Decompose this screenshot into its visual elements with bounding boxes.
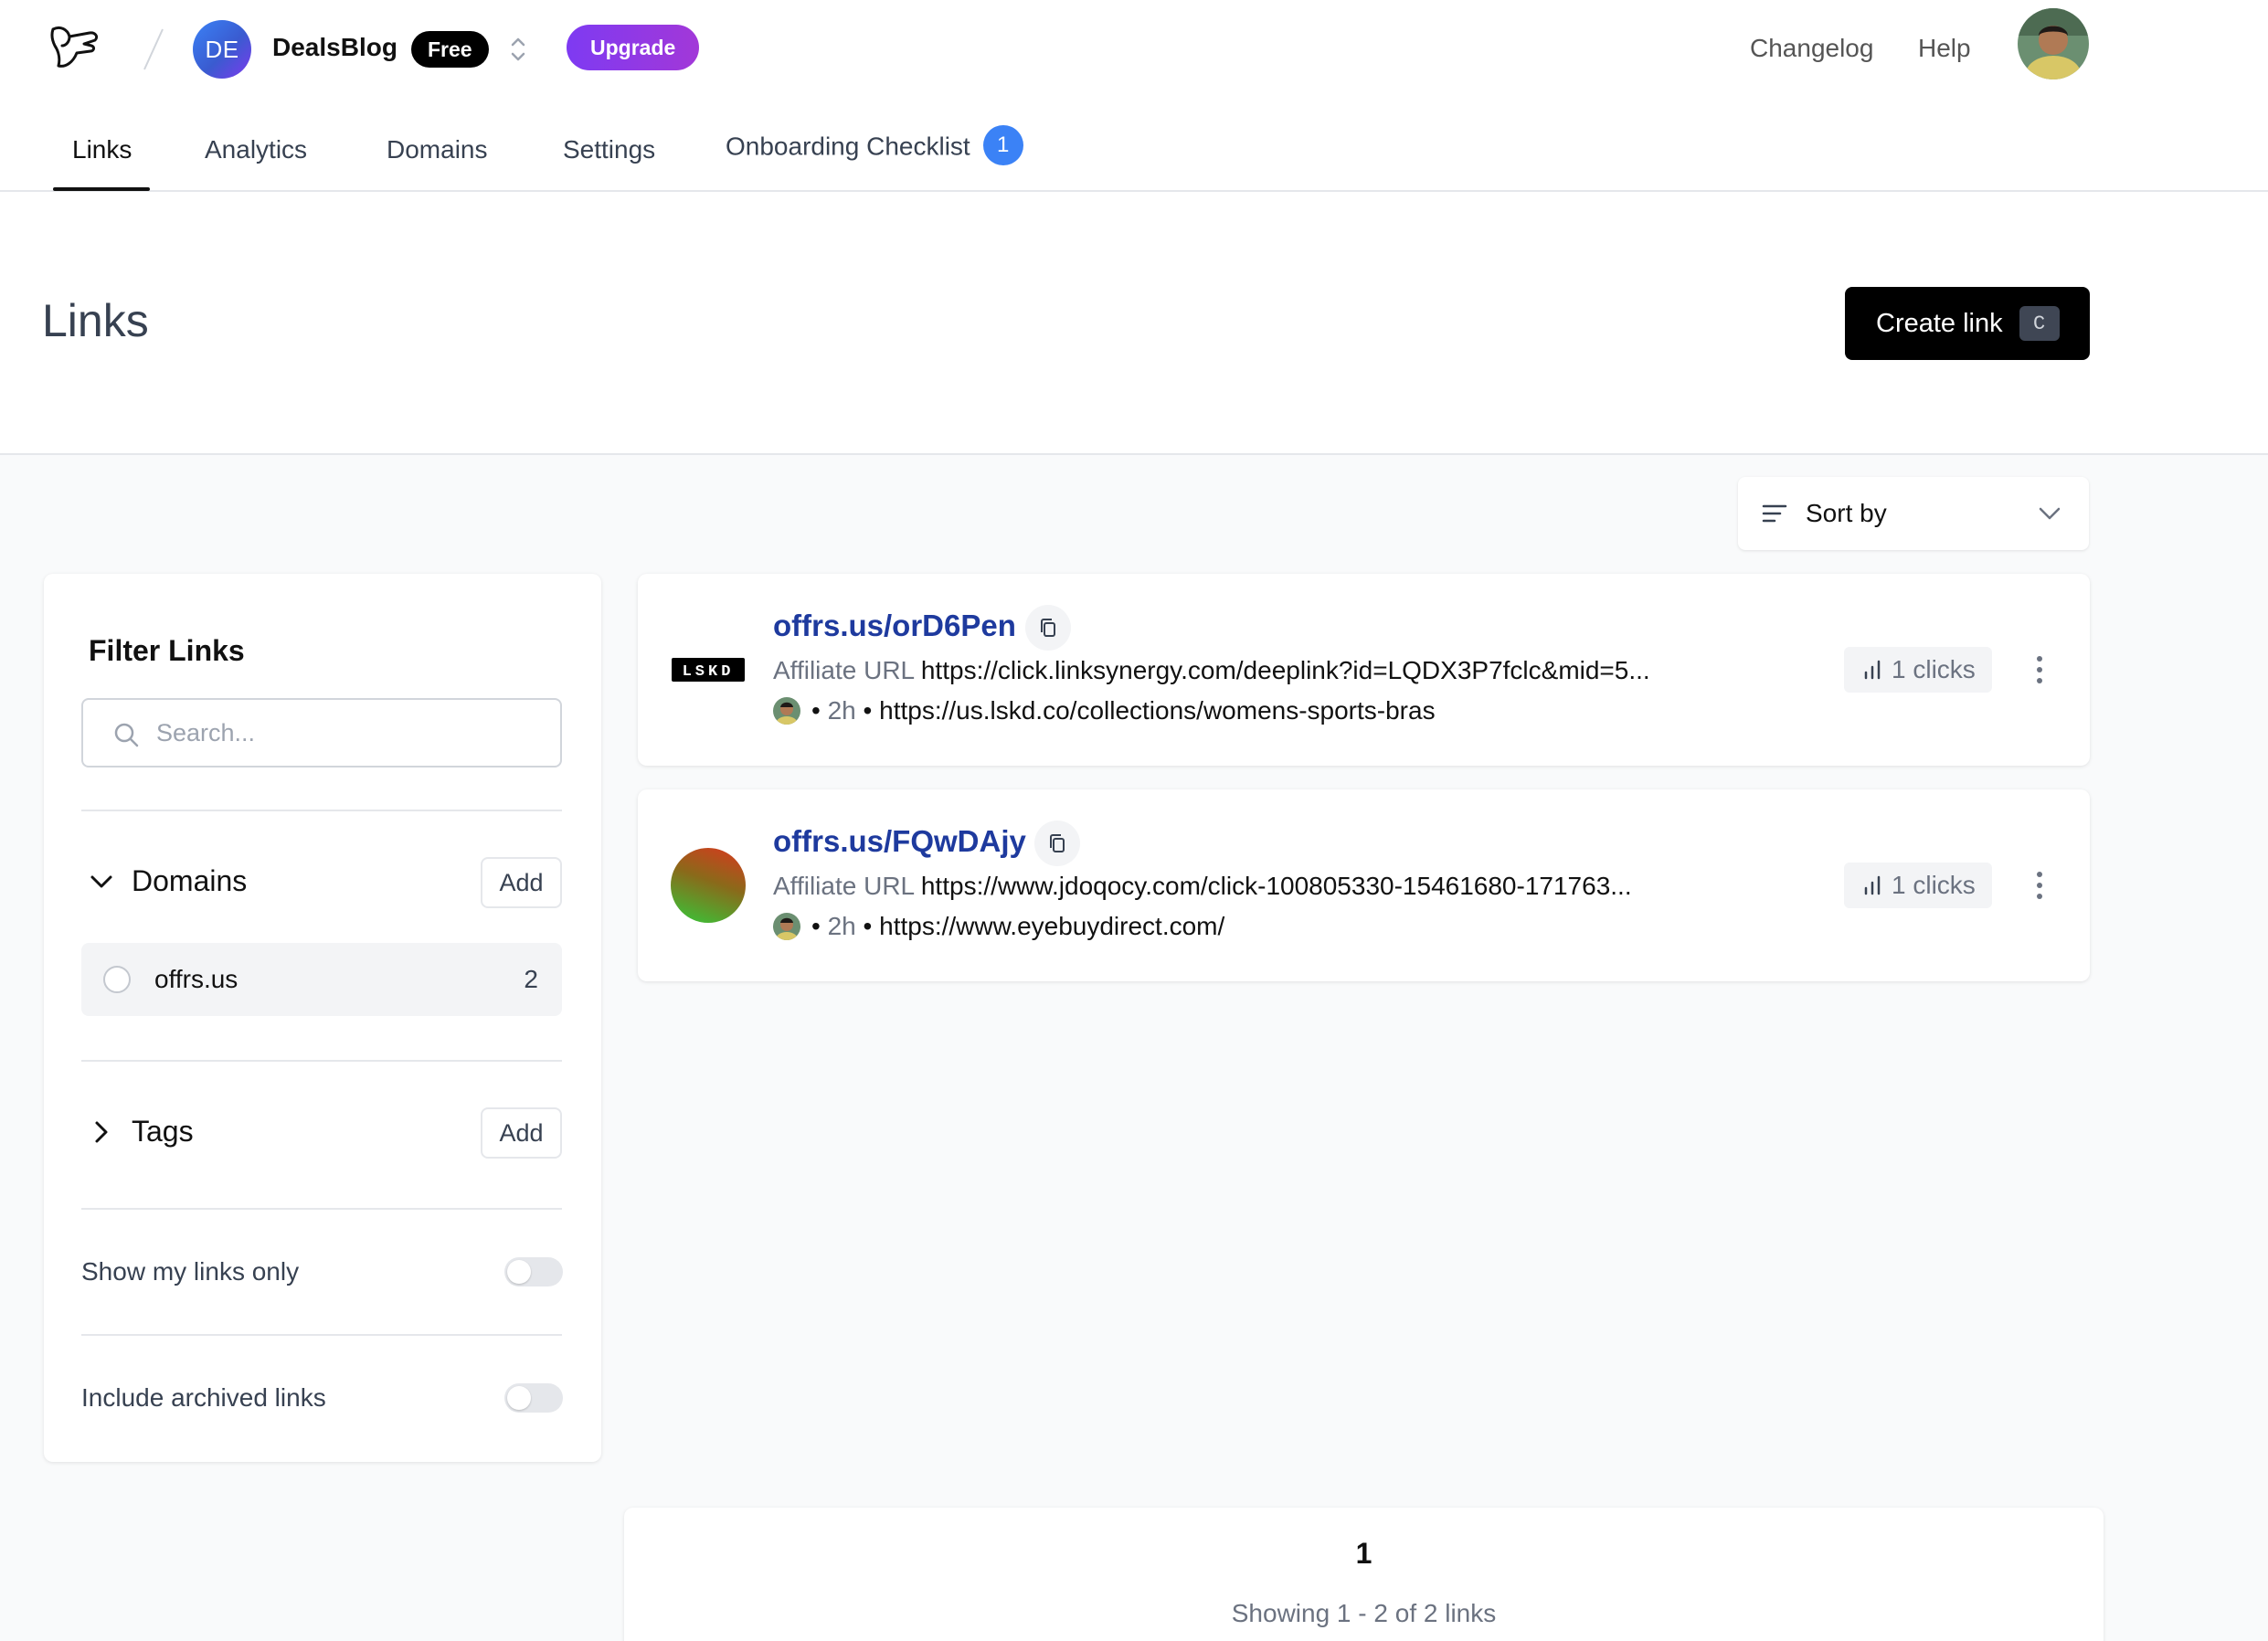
nav-tabs: Links Analytics Domains Settings Onboard… [0, 119, 2268, 192]
clicks-count: 1 clicks [1892, 655, 1976, 683]
bar-chart-icon [1864, 875, 1881, 895]
created-time: 2h [827, 696, 856, 725]
changelog-link[interactable]: Changelog [1750, 34, 1873, 63]
include-archived-label: Include archived links [81, 1383, 326, 1412]
sort-by-label: Sort by [1806, 499, 1887, 527]
link-favicon [671, 848, 746, 923]
chevron-down-icon [2039, 507, 2061, 520]
short-link[interactable]: offrs.us/FQwDAjy [773, 824, 1026, 859]
active-tab-indicator [53, 187, 150, 191]
page-number[interactable]: 1 [624, 1537, 2104, 1571]
search-input[interactable] [156, 713, 540, 753]
link-card[interactable]: LSKD offrs.us/orD6Pen Affiliate URL http… [638, 574, 2090, 766]
destination-url[interactable]: https://us.lskd.co/collections/womens-sp… [879, 696, 1435, 725]
add-domain-button[interactable]: Add [481, 857, 562, 908]
sort-by-dropdown[interactable]: Sort by [1738, 477, 2089, 550]
team-avatar[interactable]: DE [193, 20, 251, 79]
copy-icon[interactable] [1034, 820, 1080, 866]
clicks-count: 1 clicks [1892, 871, 1976, 899]
creator-avatar [773, 913, 800, 940]
affiliate-url-row: Affiliate URL https://www.jdoqocy.com/cl… [773, 872, 1632, 901]
tab-onboarding-checklist[interactable]: Onboarding Checklist 1 [726, 125, 1023, 168]
bullet: • [855, 696, 880, 725]
page-title: Links [42, 295, 149, 346]
search-icon [114, 723, 139, 747]
help-link[interactable]: Help [1918, 34, 1971, 63]
user-avatar[interactable] [2018, 8, 2089, 79]
link-favicon: LSKD [671, 641, 746, 696]
breadcrumb-separator [135, 26, 172, 73]
app-logo-icon[interactable] [49, 22, 102, 73]
tags-section-title[interactable]: Tags [132, 1115, 194, 1149]
main-content: Sort by Filter Links Domains Add offrs.u… [0, 455, 2268, 1641]
create-link-button[interactable]: Create link C [1845, 287, 2090, 360]
destination-url[interactable]: https://www.eyebuydirect.com/ [879, 912, 1224, 941]
affiliate-url[interactable]: https://click.linksynergy.com/deeplink?i… [921, 656, 1650, 684]
add-tag-button[interactable]: Add [481, 1107, 562, 1159]
affiliate-url-row: Affiliate URL https://click.linksynergy.… [773, 656, 1650, 685]
more-vertical-icon[interactable] [2025, 863, 2054, 908]
domain-link-count: 2 [524, 965, 538, 993]
divider [81, 1334, 562, 1336]
keyboard-shortcut-badge: C [2019, 306, 2060, 341]
filter-title: Filter Links [89, 634, 245, 667]
tab-onboarding-label: Onboarding Checklist [726, 132, 970, 161]
tab-settings[interactable]: Settings [563, 135, 655, 164]
clicks-badge[interactable]: 1 clicks [1844, 647, 1992, 693]
top-bar: DE DealsBlog Free Upgrade Changelog Help [0, 0, 2268, 99]
plan-badge: Free [411, 31, 489, 68]
chevron-up-down-icon[interactable] [507, 33, 529, 66]
include-archived-toggle[interactable] [504, 1383, 563, 1413]
upgrade-button[interactable]: Upgrade [567, 25, 700, 70]
sort-icon [1762, 504, 1787, 523]
domain-filter-item[interactable]: offrs.us 2 [81, 943, 562, 1016]
create-link-label: Create link [1876, 308, 2003, 338]
more-vertical-icon[interactable] [2025, 647, 2054, 693]
results-summary: Showing 1 - 2 of 2 links [1231, 1599, 1497, 1627]
affiliate-url[interactable]: https://www.jdoqocy.com/click-100805330-… [921, 872, 1632, 900]
divider [81, 810, 562, 811]
chevron-right-icon[interactable] [88, 1118, 115, 1146]
affiliate-label: Affiliate URL [773, 656, 915, 684]
created-time: 2h [827, 912, 856, 940]
domains-section-title[interactable]: Domains [132, 864, 247, 898]
tab-domains[interactable]: Domains [387, 135, 487, 164]
filter-panel: Filter Links Domains Add offrs.us 2 Tags… [44, 574, 601, 1462]
chevron-down-icon[interactable] [88, 868, 115, 895]
copy-icon[interactable] [1025, 605, 1071, 651]
domain-name: offrs.us [154, 965, 238, 993]
link-meta-row: • 2h • https://us.lskd.co/collections/wo… [773, 696, 1436, 725]
show-my-links-label: Show my links only [81, 1257, 300, 1286]
tab-links[interactable]: Links [72, 135, 132, 164]
checklist-count-badge: 1 [982, 125, 1023, 165]
pagination: 1 Showing 1 - 2 of 2 links [624, 1508, 2104, 1641]
bar-chart-icon [1864, 660, 1881, 680]
bullet: • [855, 912, 880, 940]
tab-analytics[interactable]: Analytics [205, 135, 307, 164]
divider [81, 1060, 562, 1062]
bullet: • [811, 696, 828, 725]
page-header: Links Create link C [0, 192, 2268, 455]
search-field[interactable] [81, 698, 562, 768]
link-meta-row: • 2h • https://www.eyebuydirect.com/ [773, 912, 1224, 941]
affiliate-label: Affiliate URL [773, 872, 915, 900]
divider [81, 1208, 562, 1210]
short-link[interactable]: offrs.us/orD6Pen [773, 609, 1016, 643]
show-my-links-toggle[interactable] [504, 1257, 563, 1286]
clicks-badge[interactable]: 1 clicks [1844, 863, 1992, 908]
link-card[interactable]: offrs.us/FQwDAjy Affiliate URL https://w… [638, 789, 2090, 981]
team-name[interactable]: DealsBlog [272, 33, 397, 62]
creator-avatar [773, 697, 800, 725]
svg-text:LSKD: LSKD [683, 663, 735, 681]
domain-radio[interactable] [103, 966, 131, 993]
bullet: • [811, 912, 828, 940]
